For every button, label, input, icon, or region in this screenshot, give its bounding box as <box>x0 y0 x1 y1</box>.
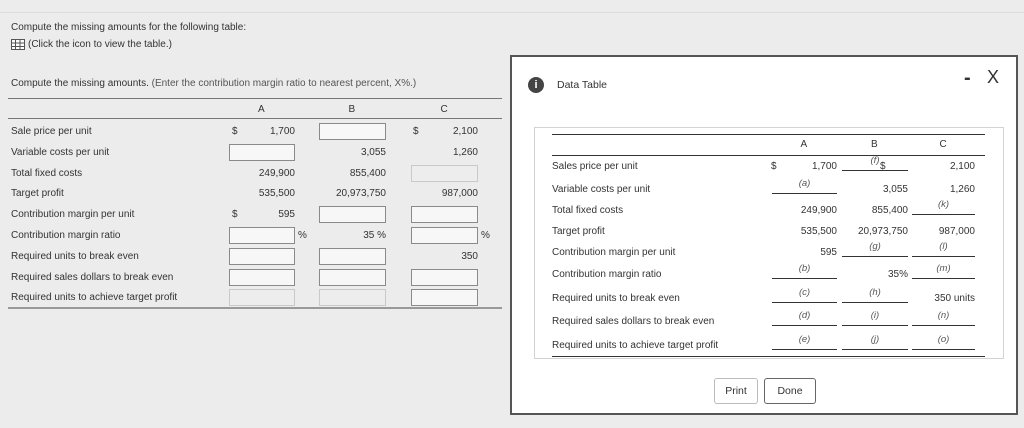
answer-blank: (m) <box>912 263 975 279</box>
amount-input[interactable] <box>411 227 478 244</box>
info-icon: i <box>528 77 544 93</box>
column-header-c: C <box>440 104 448 115</box>
row-label: Target profit <box>11 188 64 200</box>
prompt-text: Compute the missing amounts. <box>11 78 149 89</box>
row-label: Sales price per unit <box>552 161 638 172</box>
data-table-dialog: i Data Table - X A B C Sales price per unit… <box>510 55 1018 415</box>
amount-input <box>411 164 478 182</box>
answer-blank: (e) <box>772 334 837 350</box>
view-table-hint: (Click the icon to view the table.) <box>28 39 172 50</box>
percent-sign: % <box>481 230 490 241</box>
table-header-rule <box>8 118 502 119</box>
row-label: Contribution margin ratio <box>552 269 662 280</box>
column-header-b: B <box>348 104 356 115</box>
cell-value: 987,000 <box>938 226 975 237</box>
row-label: Sale price per unit <box>11 126 92 137</box>
cell-value: 20,973,750 <box>335 188 386 200</box>
column-header-c: C <box>939 139 947 150</box>
amount-input[interactable] <box>229 247 295 265</box>
cell-value: 1,260 <box>949 184 975 195</box>
amount-input[interactable] <box>411 268 478 286</box>
row-label: Total fixed costs <box>11 167 83 179</box>
row-label: Total fixed costs <box>552 205 624 216</box>
cell-value: 2,100 <box>452 126 478 137</box>
row-label: Required units to achieve target profit <box>552 340 719 351</box>
cell-value: 35 % <box>363 230 386 241</box>
amount-input <box>319 289 386 307</box>
prompt-hint: (Enter the contribution margin ratio to … <box>151 78 417 89</box>
table-bottom-rule <box>8 307 502 309</box>
column-header-a: A <box>258 104 265 115</box>
cell-value: 2,100 <box>949 161 975 172</box>
dialog-title: Data Table <box>557 79 608 91</box>
done-button[interactable]: Done <box>764 378 816 404</box>
rule <box>552 134 985 135</box>
row-label: Contribution margin per unit <box>11 209 135 221</box>
table-icon[interactable] <box>11 39 25 50</box>
cell-value: 3,055 <box>360 146 386 158</box>
instructions-text: Compute the missing amounts for the foll… <box>11 22 247 33</box>
row-label: Contribution margin ratio <box>11 230 121 241</box>
answer-blank: (n) <box>912 310 975 326</box>
cell-value: 595 <box>278 209 295 221</box>
answer-blank: (d) <box>772 310 837 326</box>
cell-value: 350 units <box>934 293 975 304</box>
prompt: Compute the missing amounts. (Enter the … <box>11 78 416 89</box>
row-label: Target profit <box>552 226 605 237</box>
cell-value: 987,000 <box>441 188 478 200</box>
amount-input[interactable] <box>411 289 478 307</box>
amount-input[interactable] <box>319 268 386 286</box>
rule <box>552 155 985 156</box>
row-label: Required units to break even <box>552 293 680 304</box>
row-label: Variable costs per unit <box>11 146 110 158</box>
answer-blank: (k) <box>912 199 975 215</box>
cell-value: 855,400 <box>871 205 908 216</box>
row-label: Required sales dollars to break even <box>11 271 174 283</box>
amount-input[interactable] <box>319 206 386 224</box>
close-button[interactable]: X <box>987 67 999 88</box>
cell-value: 350 <box>461 250 478 262</box>
cell-value: 1,260 <box>452 146 478 158</box>
view-table-link[interactable]: (Click the icon to view the table.) <box>11 39 172 50</box>
answer-blank: (j) <box>842 334 908 350</box>
row-label: Required sales dollars to break even <box>552 316 715 327</box>
table-top-rule <box>8 98 502 99</box>
answer-blank: (g) <box>842 241 908 257</box>
cell-value: 595 <box>820 247 837 258</box>
cell-value: 855,400 <box>349 167 386 179</box>
answer-blank: (o) <box>912 334 975 350</box>
column-header-b: B <box>871 139 878 150</box>
cell-value: 1,700 <box>811 161 837 172</box>
cell-value: 35% <box>887 269 908 280</box>
row-label: Variable costs per unit <box>552 184 651 195</box>
amount-input[interactable] <box>229 268 295 286</box>
divider <box>0 12 1024 13</box>
minimize-button[interactable]: - <box>964 67 971 90</box>
answer-blank: (l) <box>912 241 975 257</box>
answer-blank: (c) <box>772 287 837 303</box>
amount-input <box>229 289 295 307</box>
answer-blank: (i) <box>842 310 908 326</box>
row-label: Required units to break even <box>11 250 139 262</box>
row-label: Required units to achieve target profit <box>11 292 178 304</box>
cell-value: 1,700 <box>269 126 295 137</box>
rule <box>552 356 985 357</box>
print-button[interactable]: Print <box>714 378 758 404</box>
amount-input[interactable] <box>411 206 478 224</box>
column-header-a: A <box>800 139 808 150</box>
row-label: Contribution margin per unit <box>552 247 676 258</box>
